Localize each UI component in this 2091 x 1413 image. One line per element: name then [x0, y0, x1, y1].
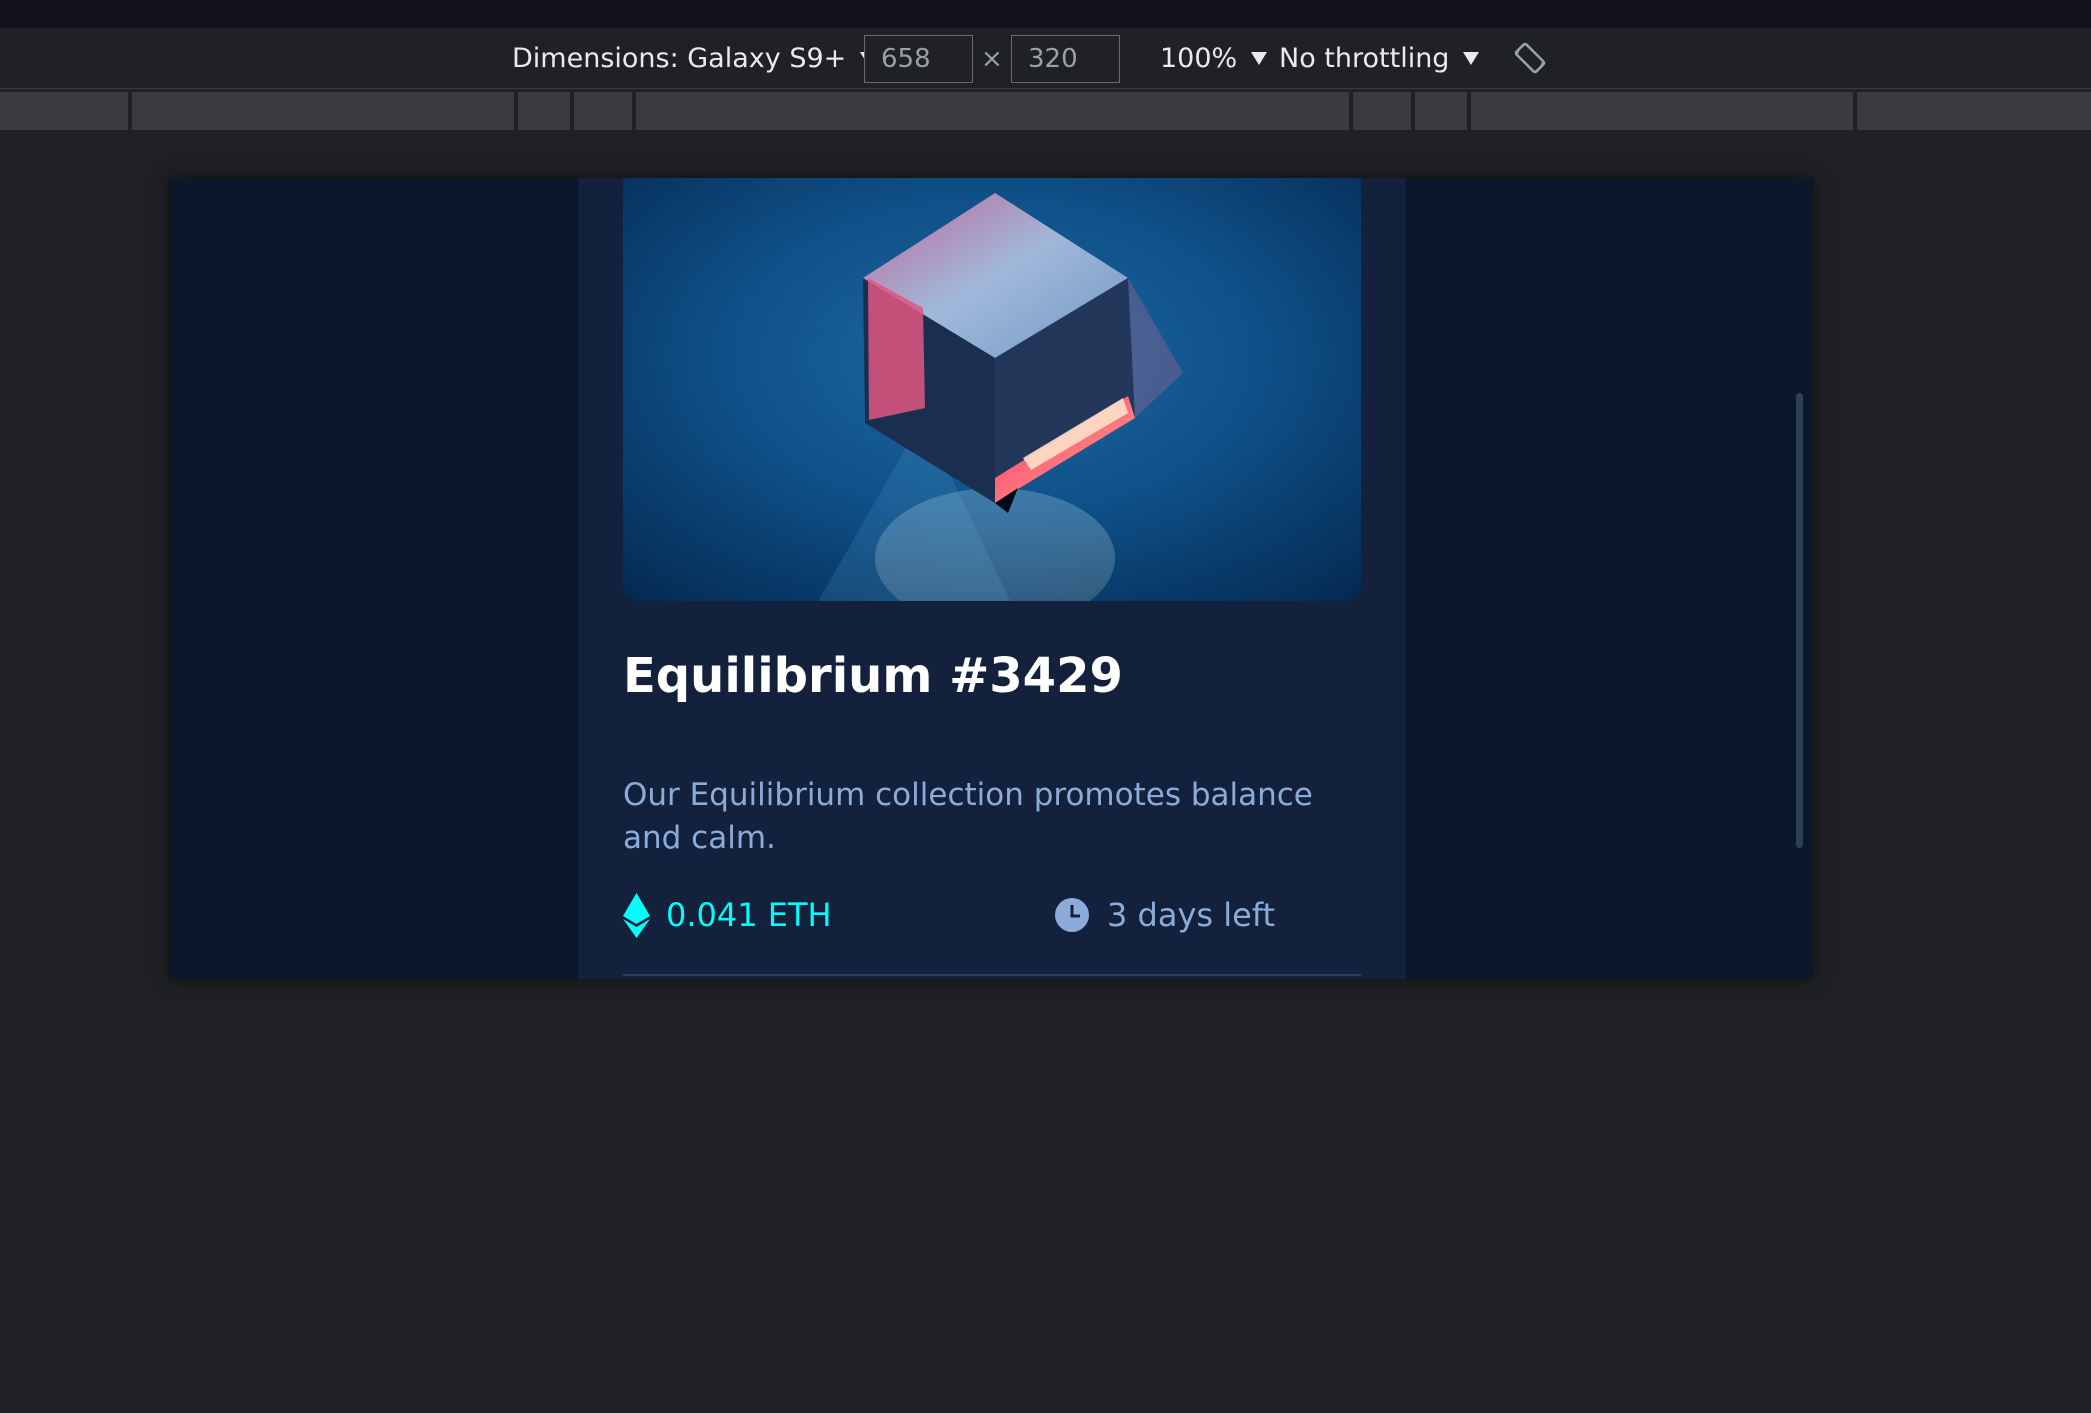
height-input[interactable]: 320: [1011, 35, 1120, 83]
media-query-segment[interactable]: [1471, 92, 1853, 130]
crystal-cube-image[interactable]: [623, 178, 1361, 601]
throttling-dropdown[interactable]: No throttling: [1279, 28, 1480, 89]
chevron-down-icon: [1463, 52, 1480, 65]
media-query-bar: [0, 92, 2091, 130]
media-query-segment[interactable]: [1353, 92, 1411, 130]
zoom-dropdown[interactable]: 100%: [1160, 28, 1268, 89]
price-value: 0.041 ETH: [666, 896, 832, 934]
card-description: Our Equilibrium collection promotes bala…: [623, 777, 1313, 856]
time-info: 3 days left: [1055, 892, 1275, 938]
clock-icon: [1055, 898, 1089, 932]
time-left: 3 days left: [1107, 896, 1276, 934]
width-input[interactable]: 658: [864, 35, 973, 83]
price-info: 0.041 ETH: [623, 892, 832, 938]
chevron-down-icon: [1251, 52, 1268, 65]
page-scrollbar[interactable]: [1796, 393, 1803, 848]
media-query-segment[interactable]: [132, 92, 514, 130]
card-title[interactable]: Equilibrium #3429: [623, 648, 1123, 704]
zoom-label: 100%: [1160, 43, 1238, 74]
media-query-segment[interactable]: [636, 92, 1349, 130]
device-toolbar: Dimensions: Galaxy S9+ 658 × 320 100% No…: [0, 28, 2091, 89]
media-query-segment[interactable]: [0, 92, 128, 130]
media-query-segment[interactable]: [518, 92, 570, 130]
times-symbol: ×: [981, 43, 1003, 74]
media-query-segment[interactable]: [574, 92, 632, 130]
browser-top-strip: [0, 0, 2091, 28]
device-viewport: Equilibrium #3429 Our Equilibrium collec…: [169, 178, 1813, 979]
dimensions-dropdown[interactable]: Dimensions: Galaxy S9+: [512, 28, 877, 89]
media-query-segment[interactable]: [1415, 92, 1467, 130]
card-divider: [623, 974, 1361, 976]
ethereum-icon: [623, 892, 650, 938]
nft-card: Equilibrium #3429 Our Equilibrium collec…: [578, 178, 1406, 979]
media-query-segment[interactable]: [1857, 92, 2091, 130]
throttling-label: No throttling: [1279, 43, 1450, 74]
rotate-device-icon[interactable]: [1512, 40, 1548, 76]
dimensions-label: Dimensions: Galaxy S9+: [512, 43, 847, 74]
